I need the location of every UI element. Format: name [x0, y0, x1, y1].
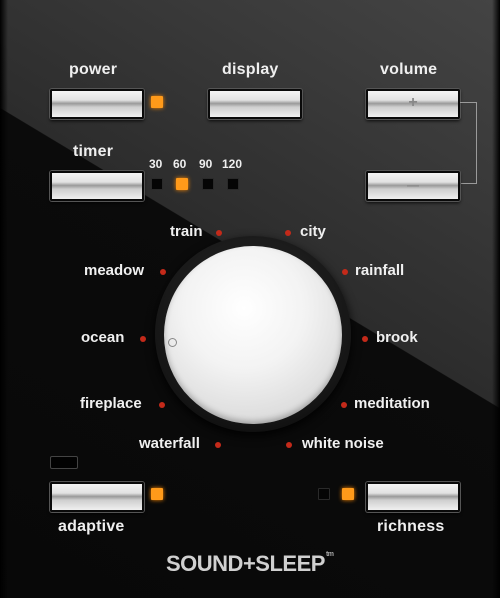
volume-up-button[interactable]: + [366, 89, 460, 119]
timer-option-30: 30 [149, 157, 163, 171]
display-button[interactable] [208, 89, 302, 119]
adaptive-label: adaptive [58, 518, 125, 535]
display-label: display [222, 61, 279, 78]
richness-led-low [318, 488, 330, 500]
timer-option-120: 120 [222, 157, 243, 171]
sound-label-white-noise: white noise [302, 435, 384, 452]
sound-label-waterfall: waterfall [139, 435, 200, 452]
sound-selector-knob[interactable] [164, 246, 342, 424]
adaptive-led [151, 488, 163, 500]
sound-label-city: city [300, 223, 326, 240]
panel-edge-left [0, 0, 8, 598]
volume-label: volume [380, 61, 438, 78]
sound-label-ocean: ocean [81, 329, 125, 346]
sound-dot-meadow [160, 269, 166, 275]
sound-dot-city [285, 230, 291, 236]
sound-sleep-control-panel: power display volume + — timer 30 60 90 … [0, 0, 500, 598]
richness-label: richness [377, 518, 445, 535]
sound-label-meadow: meadow [84, 262, 145, 279]
sound-label-train: train [170, 223, 203, 240]
sound-label-fireplace: fireplace [80, 395, 142, 412]
sound-dot-rainfall [342, 269, 348, 275]
sound-dot-waterfall [215, 442, 221, 448]
power-button[interactable] [50, 89, 144, 119]
volume-down-button[interactable]: — [366, 171, 460, 201]
power-led [151, 96, 163, 108]
sound-label-meditation: meditation [354, 395, 430, 412]
panel-edge-right [492, 0, 500, 598]
timer-led-60 [176, 178, 188, 190]
timer-led-90 [202, 178, 214, 190]
richness-led-high [342, 488, 354, 500]
volume-bracket [460, 102, 477, 184]
sound-dot-train [216, 230, 222, 236]
brand-tm: tm [325, 551, 334, 558]
adaptive-button[interactable] [50, 482, 144, 512]
adaptive-toggle-slot [50, 456, 78, 469]
sound-dot-fireplace [159, 402, 165, 408]
power-label: power [69, 61, 118, 78]
richness-button[interactable] [366, 482, 460, 512]
sound-label-brook: brook [376, 329, 418, 346]
sound-dot-brook [362, 336, 368, 342]
brand-logo: SOUND+SLEEPtm [166, 551, 334, 577]
minus-icon: — [407, 178, 419, 192]
timer-button[interactable] [50, 171, 144, 201]
plus-icon: + [408, 94, 418, 111]
brand-name: SOUND+SLEEP [166, 551, 325, 576]
sound-label-rainfall: rainfall [355, 262, 405, 279]
sound-dot-meditation [341, 402, 347, 408]
knob-position-marker [168, 338, 177, 347]
timer-option-90: 90 [199, 157, 213, 171]
timer-led-30 [151, 178, 163, 190]
timer-led-120 [227, 178, 239, 190]
timer-option-60: 60 [173, 157, 187, 171]
sound-dot-white-noise [286, 442, 292, 448]
sound-dot-ocean [140, 336, 146, 342]
timer-label: timer [73, 143, 114, 160]
